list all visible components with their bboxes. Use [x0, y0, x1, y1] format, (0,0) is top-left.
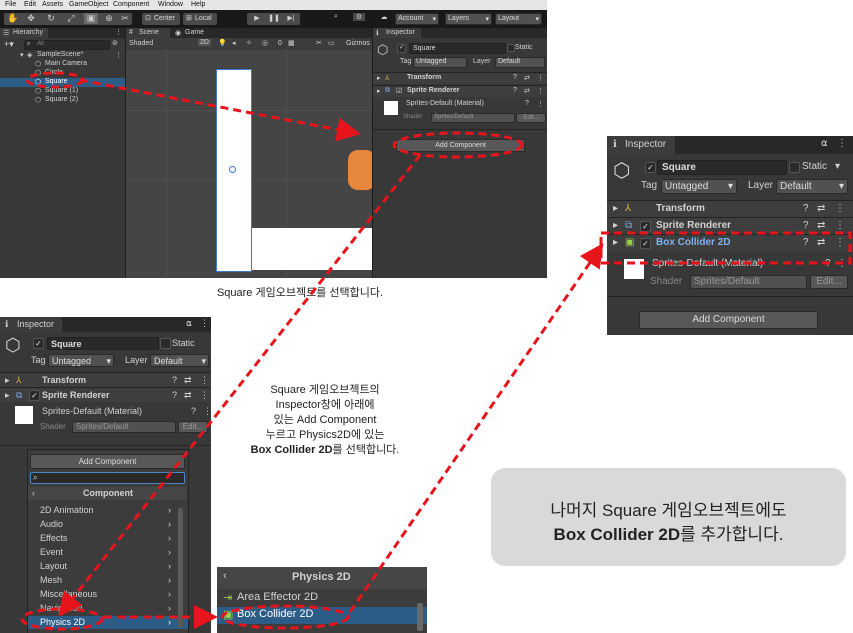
highlight-hierarchy-square [25, 71, 85, 89]
arrow-square-to-scene [79, 78, 361, 142]
arrow-box-collider-to-inspector [348, 243, 604, 613]
annotation-overlay [20, 71, 852, 631]
arrow-add-component-to-physics [58, 154, 422, 617]
highlight-box-collider-component [599, 231, 852, 265]
highlight-physics-2d [20, 607, 104, 631]
highlight-add-component [392, 131, 524, 159]
highlight-box-collider-menu [220, 604, 350, 630]
